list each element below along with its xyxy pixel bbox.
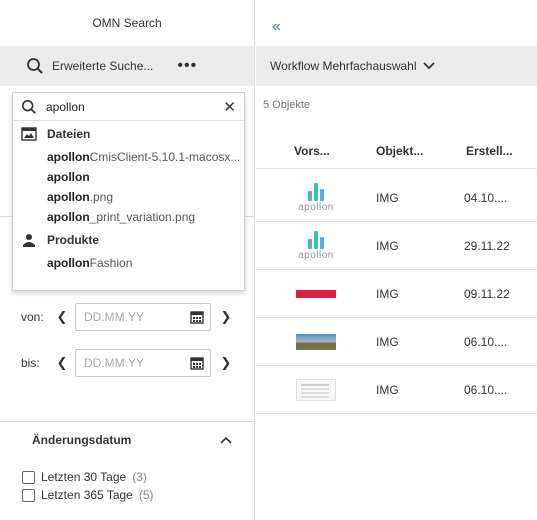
cell-type: IMG: [376, 286, 399, 301]
cell-date: 29.11.22: [464, 238, 510, 253]
thumbnail: apollon: [256, 230, 376, 261]
cell-date: 06.10....: [464, 334, 508, 349]
column-header-preview[interactable]: Vors...: [256, 144, 376, 158]
workflow-label: Workflow Mehrfachauswahl: [270, 59, 417, 73]
table-row[interactable]: apollon IMG 29.11.22: [256, 222, 537, 270]
search-query[interactable]: apollon: [46, 100, 223, 114]
checkbox[interactable]: [22, 470, 35, 484]
chevron-left-icon[interactable]: ❮: [55, 355, 69, 371]
cell-type: IMG: [376, 190, 399, 205]
app-root: OMN Search Erweiterte Suche... ••• von: …: [0, 0, 537, 520]
table-row[interactable]: IMG 09.11.22: [256, 270, 537, 318]
count-badge: (5): [138, 488, 154, 502]
cell-type: IMG: [376, 382, 399, 397]
panel-title: OMN Search: [92, 16, 162, 30]
clear-search-icon[interactable]: ✕: [223, 98, 236, 116]
search-input[interactable]: apollon ✕: [13, 93, 244, 121]
cell-type: IMG: [376, 238, 399, 253]
table-row[interactable]: apollon IMG 04.10....: [256, 174, 537, 222]
filter-last-30-days[interactable]: Letzten 30 Tage (3): [22, 470, 147, 484]
chevron-right-icon[interactable]: ❯: [219, 355, 233, 371]
table-header: Vors... Objekt... Erstell...: [256, 133, 537, 169]
cell-type: IMG: [376, 334, 399, 349]
results-panel: « Workflow Mehrfachauswahl 5 Objekte Vor…: [256, 0, 537, 520]
count-badge: (3): [132, 470, 147, 484]
result-count: 5 Objekte: [263, 99, 311, 111]
search-icon: [21, 99, 36, 114]
search-icon: [27, 58, 43, 74]
calendar-icon[interactable]: [190, 310, 204, 324]
checkbox[interactable]: [22, 488, 35, 502]
cell-date: 04.10....: [464, 190, 508, 205]
workflow-multiselect-dropdown[interactable]: Workflow Mehrfachauswahl: [256, 46, 537, 86]
cell-date: 09.11.22: [464, 286, 510, 301]
chevron-right-icon[interactable]: ❯: [219, 309, 233, 325]
search-suggestions-dropdown: apollon ✕ Dateien apollon CmisClient-5.10…: [12, 92, 245, 291]
table-row[interactable]: IMG 06.10....: [256, 318, 537, 366]
suggestion-item[interactable]: apollon: [13, 167, 244, 187]
red-banner-image: [296, 289, 336, 298]
suggestion-group-products: Produkte: [13, 227, 244, 253]
divider: [0, 421, 255, 422]
thumbnail: [256, 378, 376, 401]
date-from-input[interactable]: DD.MM.YY: [75, 303, 211, 331]
column-header-created[interactable]: Erstell...: [466, 144, 513, 158]
suggestion-item[interactable]: apollon _print_variation.png: [13, 207, 244, 227]
suggestion-group-files: Dateien: [13, 121, 244, 147]
table-row[interactable]: IMG 06.10....: [256, 366, 537, 414]
checkbox-label: Letzten 365 Tage: [41, 488, 133, 502]
cell-date: 06.10....: [464, 382, 508, 397]
date-from-row: von: ❮ DD.MM.YY ❯: [0, 302, 255, 332]
chevron-left-icon[interactable]: ❮: [55, 309, 69, 325]
apollon-logo-icon: apollon: [292, 230, 340, 261]
document-image: [296, 378, 336, 401]
products-icon: [23, 234, 35, 247]
chevron-down-icon: [422, 62, 435, 70]
group-label: Dateien: [47, 127, 91, 141]
landscape-image: [296, 333, 336, 350]
date-from-placeholder: DD.MM.YY: [84, 310, 144, 324]
advanced-search-label: Erweiterte Suche...: [52, 59, 154, 73]
section-title: Änderungsdatum: [32, 433, 132, 447]
filter-last-365-days[interactable]: Letzten 365 Tage (5): [22, 488, 154, 502]
group-label: Produkte: [47, 233, 100, 247]
date-to-input[interactable]: DD.MM.YY: [75, 349, 211, 377]
advanced-search-button[interactable]: Erweiterte Suche...: [26, 57, 153, 75]
thumbnail: apollon: [256, 182, 376, 213]
chevron-up-icon[interactable]: [220, 436, 232, 444]
thumbnail: [256, 289, 376, 298]
suggestion-item[interactable]: apollon .png: [13, 187, 244, 207]
checkbox-label: Letzten 30 Tage: [41, 470, 127, 484]
date-to-placeholder: DD.MM.YY: [84, 356, 144, 370]
search-toolbar: Erweiterte Suche... •••: [0, 46, 254, 86]
date-from-label: von:: [21, 310, 44, 324]
column-header-object[interactable]: Objekt...: [376, 144, 466, 158]
apollon-logo-icon: apollon: [292, 182, 340, 213]
image-files-icon: [21, 127, 37, 141]
change-date-section-header[interactable]: Änderungsdatum: [32, 433, 232, 447]
date-to-label: bis:: [21, 356, 40, 370]
suggestion-item[interactable]: apollon CmisClient-5.10.1-macosx...: [13, 147, 244, 167]
more-options-icon[interactable]: •••: [177, 58, 197, 74]
collapse-panel-icon[interactable]: «: [272, 18, 281, 36]
suggestion-item[interactable]: apollon Fashion: [13, 253, 244, 273]
thumbnail: [256, 333, 376, 350]
date-to-row: bis: ❮ DD.MM.YY ❯: [0, 348, 255, 378]
calendar-icon[interactable]: [190, 356, 204, 370]
